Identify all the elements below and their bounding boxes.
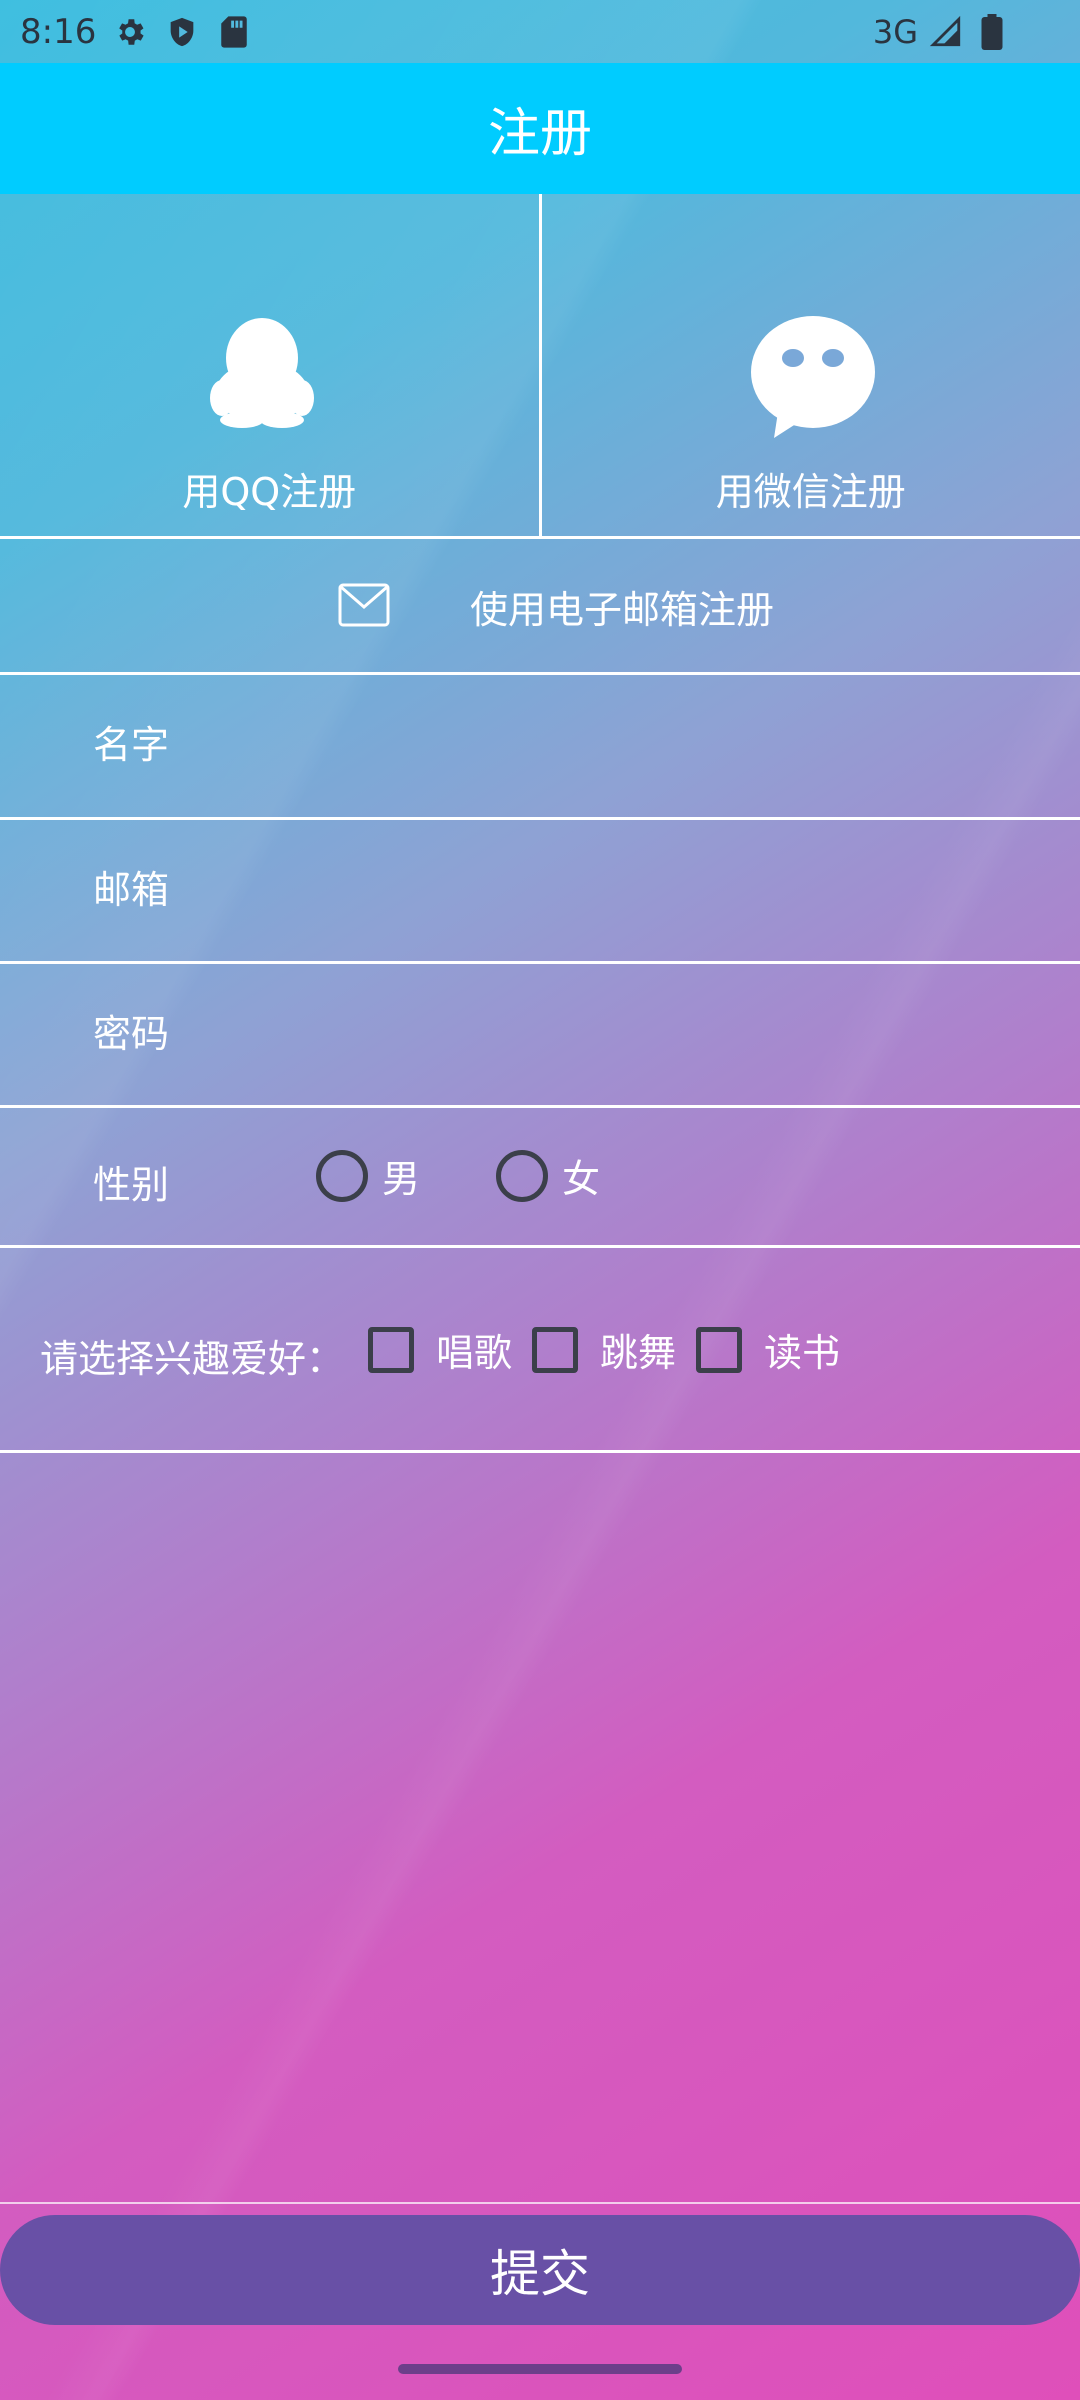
shield-play-icon [164, 14, 200, 50]
gender-row: 性别 男 女 [0, 1108, 1080, 1245]
gender-label: 性别 [93, 1163, 170, 1207]
signal-icon [928, 14, 964, 50]
password-input[interactable] [93, 964, 1053, 1104]
checkbox-dancing-label: 跳舞 [600, 1331, 677, 1375]
name-field-row [0, 675, 1080, 815]
radio-female[interactable]: 女 [496, 1148, 600, 1203]
checkbox-reading[interactable]: 读书 [696, 1322, 840, 1377]
email-register-label: 使用电子邮箱注册 [470, 588, 775, 632]
battery-icon [974, 13, 1010, 50]
status-time: 8:16 [20, 11, 97, 52]
hobby-label: 请选择兴趣爱好： [40, 1337, 345, 1381]
gear-icon [112, 14, 148, 50]
divider [0, 1450, 1080, 1453]
qq-register-label: 用QQ注册 [182, 470, 357, 514]
checkbox-box[interactable] [532, 1326, 578, 1373]
email-input[interactable] [93, 820, 1053, 960]
wechat-register-button[interactable]: 用微信注册 [542, 194, 1080, 536]
network-type: 3G [872, 12, 918, 51]
divider [0, 2202, 1080, 2204]
checkbox-reading-label: 读书 [764, 1331, 841, 1375]
radio-male-label: 男 [382, 1157, 421, 1201]
radio-female-label: 女 [562, 1157, 601, 1201]
checkbox-box[interactable] [368, 1326, 414, 1373]
submit-button[interactable]: 提交 [0, 2215, 1080, 2325]
wechat-register-label: 用微信注册 [715, 470, 906, 514]
checkbox-box[interactable] [696, 1326, 742, 1373]
wechat-bubble-icon [748, 316, 878, 438]
radio-circle[interactable] [496, 1149, 548, 1202]
qq-penguin-icon [200, 306, 324, 430]
name-input[interactable] [93, 675, 1053, 815]
home-indicator[interactable] [398, 2364, 682, 2374]
qq-register-button[interactable]: 用QQ注册 [0, 194, 542, 536]
sd-card-icon [216, 14, 252, 50]
radio-circle[interactable] [316, 1149, 368, 1202]
page-title: 注册 [487, 104, 592, 164]
mail-icon [338, 583, 390, 627]
password-field-row [0, 964, 1080, 1104]
app-bar: 注册 [0, 63, 1080, 194]
checkbox-dancing[interactable]: 跳舞 [532, 1322, 676, 1377]
email-register-button[interactable]: 使用电子邮箱注册 [0, 539, 1080, 672]
checkbox-singing[interactable]: 唱歌 [368, 1322, 512, 1377]
email-field-row [0, 820, 1080, 960]
status-bar: 8:16 3G [0, 0, 1080, 63]
radio-male[interactable]: 男 [316, 1148, 420, 1203]
checkbox-singing-label: 唱歌 [436, 1331, 513, 1375]
hobby-row: 请选择兴趣爱好： 唱歌 跳舞 读书 [0, 1248, 1080, 1450]
social-register-row: 用QQ注册 用微信注册 [0, 194, 1080, 536]
